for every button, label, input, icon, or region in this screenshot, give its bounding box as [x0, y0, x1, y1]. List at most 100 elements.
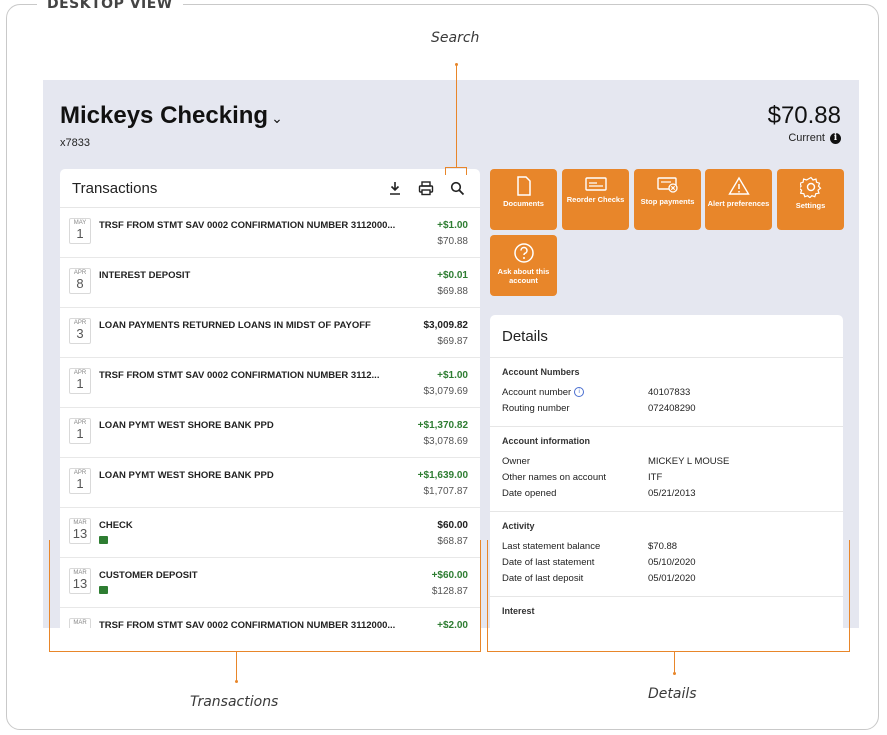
details-section: Activity Last statement balance $70.88 Date… — [490, 512, 843, 597]
help-icon[interactable]: i — [574, 386, 585, 397]
date-badge: APR 1 — [69, 468, 91, 494]
search-bracket — [445, 167, 467, 168]
action-label: Stop payments — [640, 197, 695, 206]
transaction-amount: $3,009.82 — [423, 320, 469, 331]
date-day: 13 — [72, 576, 88, 591]
question-icon — [490, 242, 557, 264]
detail-label: Date opened — [502, 488, 648, 499]
settings-button[interactable]: Settings — [777, 169, 844, 230]
section-title: Activity — [502, 521, 535, 531]
date-badge: APR 1 — [69, 368, 91, 394]
details-card: Details Account Numbers Account number i 40… — [490, 315, 843, 628]
transactions-list: MAY 1 TRSF FROM STMT SAV 0002 CONFIRMATION… — [60, 208, 480, 628]
table-row[interactable]: MAY 1 TRSF FROM STMT SAV 0002 CONFIRMATION… — [60, 208, 480, 258]
stop-payments-button[interactable]: Stop payments — [634, 169, 701, 230]
ask-about-account-button[interactable]: Ask about this account — [490, 235, 557, 296]
detail-label: Other names on account — [502, 472, 648, 483]
running-balance: $3,078.69 — [423, 436, 469, 447]
transaction-description: TRSF FROM STMT SAV 0002 CONFIRMATION NUM… — [99, 370, 380, 381]
table-row[interactable]: APR 1 LOAN PYMT WEST SHORE BANK PPD +$1,639… — [60, 458, 480, 508]
detail-label-text: Last statement balance — [502, 540, 601, 552]
details-leader-dot — [673, 672, 676, 675]
transactions-title: Transactions — [72, 179, 158, 197]
transactions-header: Transactions — [60, 169, 480, 208]
chevron-down-icon: ⌄ — [271, 110, 283, 126]
detail-label: Owner — [502, 456, 648, 467]
detail-label: Date of last deposit — [502, 573, 648, 584]
transaction-description: LOAN PYMT WEST SHORE BANK PPD — [99, 470, 274, 481]
transaction-amount: +$1.00 — [437, 370, 468, 381]
current-balance: $70.88 — [767, 102, 841, 129]
table-row[interactable]: MAR 13 CUSTOMER DEPOSIT +$60.00 $128.87 — [60, 558, 480, 608]
table-row[interactable]: APR 1 LOAN PYMT WEST SHORE BANK PPD +$1,370… — [60, 408, 480, 458]
info-icon[interactable]: i — [830, 132, 841, 144]
date-badge: MAY 1 — [69, 218, 91, 244]
detail-value: $70.88 — [648, 540, 678, 552]
table-row[interactable]: APR 8 INTEREST DEPOSIT +$0.01 $69.88 — [60, 258, 480, 308]
account-name: Mickeys Checking — [60, 102, 269, 129]
details-bracket-left — [487, 540, 488, 652]
table-row[interactable]: MAR TRSF FROM STMT SAV 0002 CONFIRMATION … — [60, 608, 480, 628]
search-icon[interactable] — [446, 177, 468, 199]
detail-label-text: Owner — [502, 455, 530, 467]
date-badge: APR 1 — [69, 418, 91, 444]
details-bracket-bottom — [487, 651, 850, 652]
search-annotation: Search — [431, 30, 480, 46]
search-leader-dot — [455, 63, 458, 66]
transaction-amount: $60.00 — [437, 520, 468, 531]
detail-label: Date of last statement — [502, 557, 648, 568]
detail-label-text: Date of last deposit — [502, 572, 584, 584]
details-title: Details — [490, 315, 843, 358]
action-label: Reorder Checks — [566, 195, 625, 204]
transaction-amount: +$1.00 — [437, 220, 468, 231]
detail-row: Date of last statement 05/10/2020 — [502, 554, 831, 570]
transactions-bracket-right — [480, 540, 481, 652]
detail-row: Date opened 05/21/2013 — [502, 485, 831, 501]
transaction-description: LOAN PYMT WEST SHORE BANK PPD — [99, 420, 274, 431]
action-label: Ask about this account — [497, 267, 550, 285]
section-title: Account information — [502, 436, 590, 446]
gear-icon — [777, 176, 844, 198]
detail-value: 072408290 — [648, 402, 696, 414]
transaction-description: CUSTOMER DEPOSIT — [99, 570, 198, 581]
frame-label: DESKTOP VIEW — [37, 0, 183, 11]
check-image-icon[interactable] — [99, 586, 108, 594]
detail-row: Owner MICKEY L MOUSE — [502, 453, 831, 469]
transaction-description: TRSF FROM STMT SAV 0002 CONFIRMATION NUM… — [99, 620, 396, 628]
print-icon[interactable] — [415, 177, 437, 199]
search-leader-line — [456, 64, 457, 168]
detail-label: Last statement balance — [502, 541, 648, 552]
documents-button[interactable]: Documents — [490, 169, 557, 230]
detail-label-text: Account number — [502, 386, 572, 398]
alert-preferences-button[interactable]: Alert preferences — [705, 169, 772, 230]
transaction-description: INTEREST DEPOSIT — [99, 270, 191, 281]
running-balance: $68.87 — [437, 536, 468, 547]
transaction-description: CHECK — [99, 520, 133, 531]
detail-row: Last statement balance $70.88 — [502, 538, 831, 554]
running-balance: $128.87 — [431, 586, 468, 597]
check-image-icon[interactable] — [99, 536, 108, 544]
download-icon[interactable] — [384, 177, 406, 199]
detail-value: 05/21/2013 — [648, 487, 696, 499]
detail-value: ITF — [648, 471, 663, 483]
detail-value: 40107833 — [648, 386, 691, 398]
table-row[interactable]: APR 1 TRSF FROM STMT SAV 0002 CONFIRMATION… — [60, 358, 480, 408]
table-row[interactable]: APR 3 LOAN PAYMENTS RETURNED LOANS IN MIDS… — [60, 308, 480, 358]
account-selector[interactable]: Mickeys Checking ⌄ — [60, 102, 283, 130]
details-sections: Account Numbers Account number i 40107833 Ro… — [490, 358, 843, 628]
action-label: Alert preferences — [707, 199, 770, 208]
date-day: 8 — [76, 276, 84, 291]
transactions-leader-line — [236, 651, 237, 681]
reorder-checks-button[interactable]: Reorder Checks — [562, 169, 629, 230]
action-label: Documents — [503, 199, 544, 208]
detail-label: Account number i — [502, 387, 648, 398]
check-icon — [562, 176, 629, 192]
transaction-amount: +$1,639.00 — [417, 470, 468, 481]
balance-label: Current i — [788, 132, 841, 144]
running-balance: $70.88 — [437, 236, 468, 247]
detail-row: Date of last deposit 05/01/2020 — [502, 570, 831, 586]
balance-label-text: Current — [788, 132, 825, 144]
detail-row: Other names on account ITF — [502, 469, 831, 485]
detail-label: Routing number — [502, 403, 648, 414]
table-row[interactable]: MAR 13 CHECK $60.00 $68.87 — [60, 508, 480, 558]
